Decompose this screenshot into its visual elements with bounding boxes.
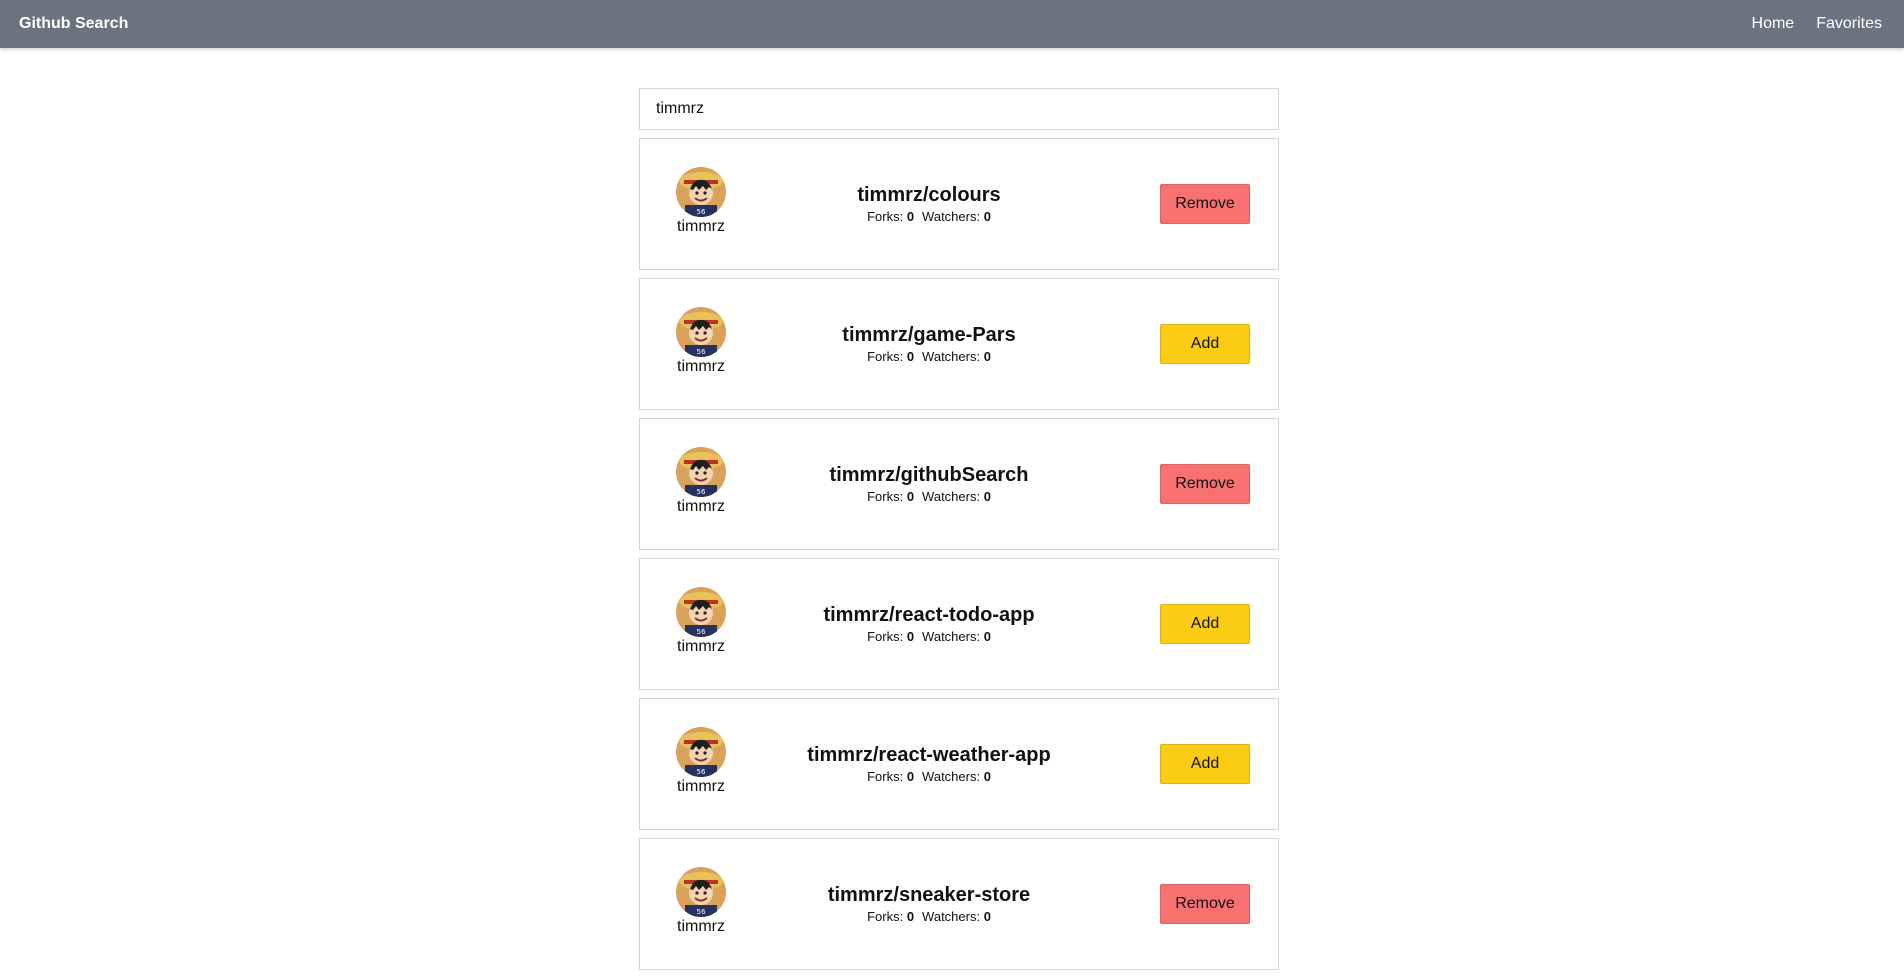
avatar-icon: 56	[676, 167, 726, 217]
owner-name: timmrz	[677, 918, 725, 935]
forks-label: Forks:	[867, 909, 904, 924]
repo-name[interactable]: timmrz/game-Pars	[740, 323, 1118, 347]
repo-info: timmrz/react-weather-app Forks: 0 Watcher…	[740, 743, 1118, 784]
repo-list: 56 timmrz timmrz/colours Forks: 0 Watcher…	[639, 138, 1279, 970]
watchers-label: Watchers:	[922, 209, 981, 224]
watchers-count: 0	[983, 489, 991, 504]
svg-text:56: 56	[697, 908, 706, 916]
repo-name[interactable]: timmrz/colours	[740, 183, 1118, 207]
avatar-icon: 56	[676, 727, 726, 777]
repo-owner: 56 timmrz	[676, 447, 726, 516]
repo-card: 56 timmrz timmrz/sneaker-store Forks: 0W…	[639, 838, 1279, 970]
repo-owner: 56 timmrz	[676, 587, 726, 656]
forks-count: 0	[906, 909, 915, 924]
forks-count: 0	[906, 769, 915, 784]
repo-card: 56 timmrz timmrz/githubSearch Forks: 0 Wa…	[639, 418, 1279, 550]
repo-name[interactable]: timmrz/react-todo-app	[740, 603, 1118, 627]
repo-stats: Forks: 0 Watchers: 0	[740, 909, 1118, 924]
repo-info: timmrz/react-todo-app Forks: 0 Watchers: …	[740, 603, 1118, 644]
owner-name: timmrz	[677, 498, 725, 515]
owner-name: timmrz	[677, 218, 725, 235]
avatar-icon: 56	[676, 307, 726, 357]
remove-button[interactable]: Remove	[1160, 184, 1250, 224]
owner-name: timmrz	[677, 778, 725, 795]
navbar: Github Search Home Favorites	[0, 0, 1904, 48]
repo-info: timmrz/sneaker-store Forks: 0 Watchers: 0	[740, 883, 1118, 924]
watchers-count: 0	[983, 769, 991, 784]
watchers-label: Watchers:	[922, 349, 981, 364]
nav-links: Home Favorites	[1752, 15, 1882, 33]
avatar-icon: 56	[676, 447, 726, 497]
svg-text:56: 56	[697, 628, 706, 636]
watchers-label: Watchers:	[922, 769, 981, 784]
repo-card: 56 timmrz timmrz/react-todo-app Forks: 0…	[639, 558, 1279, 690]
repo-info: timmrz/game-Pars Forks: 0 Watchers: 0	[740, 323, 1118, 364]
repo-stats: Forks: 0 Watchers: 0	[740, 629, 1118, 644]
brand-title[interactable]: Github Search	[19, 15, 128, 33]
repo-name[interactable]: timmrz/react-weather-app	[740, 743, 1118, 767]
svg-text:56: 56	[697, 488, 706, 496]
watchers-label: Watchers:	[922, 629, 981, 644]
repo-stats: Forks: 0 Watchers: 0	[740, 209, 1118, 224]
forks-label: Forks:	[867, 209, 904, 224]
repo-owner: 56 timmrz	[676, 867, 726, 936]
avatar-icon: 56	[676, 587, 726, 637]
owner-name: timmrz	[677, 638, 725, 655]
watchers-count: 0	[983, 629, 991, 644]
repo-info: timmrz/colours Forks: 0 Watchers: 0	[740, 183, 1118, 224]
forks-label: Forks:	[867, 769, 904, 784]
repo-name[interactable]: timmrz/sneaker-store	[740, 883, 1118, 907]
repo-info: timmrz/githubSearch Forks: 0 Watchers: 0	[740, 463, 1118, 504]
repo-owner: 56 timmrz	[676, 307, 726, 376]
forks-count: 0	[906, 349, 915, 364]
repo-card: 56 timmrz timmrz/react-weather-app Forks…	[639, 698, 1279, 830]
svg-text:56: 56	[697, 208, 706, 216]
forks-label: Forks:	[867, 629, 904, 644]
add-button[interactable]: Add	[1160, 744, 1250, 784]
svg-text:56: 56	[697, 348, 706, 356]
watchers-count: 0	[983, 909, 991, 924]
remove-button[interactable]: Remove	[1160, 884, 1250, 924]
repo-name[interactable]: timmrz/githubSearch	[740, 463, 1118, 487]
repo-card: 56 timmrz timmrz/colours Forks: 0 Watcher…	[639, 138, 1279, 270]
add-button[interactable]: Add	[1160, 604, 1250, 644]
nav-link-home[interactable]: Home	[1752, 15, 1795, 33]
forks-count: 0	[906, 489, 915, 504]
repo-owner: 56 timmrz	[676, 727, 726, 796]
main-content: 56 timmrz timmrz/colours Forks: 0Watcher…	[639, 88, 1279, 978]
repo-stats: Forks: 0 Watchers: 0	[740, 349, 1118, 364]
repo-stats: Forks: 0 Watchers: 0	[740, 769, 1118, 784]
owner-name: timmrz	[677, 358, 725, 375]
forks-label: Forks:	[867, 349, 904, 364]
watchers-label: Watchers:	[922, 489, 981, 504]
nav-link-favorites[interactable]: Favorites	[1816, 15, 1882, 33]
remove-button[interactable]: Remove	[1160, 464, 1250, 504]
forks-count: 0	[906, 629, 915, 644]
avatar-icon: 56	[676, 867, 726, 917]
forks-label: Forks:	[867, 489, 904, 504]
add-button[interactable]: Add	[1160, 324, 1250, 364]
svg-text:56: 56	[697, 768, 706, 776]
repo-card: 56 timmrz timmrz/game-Pars Forks: 0 Watch…	[639, 278, 1279, 410]
search-input[interactable]	[639, 88, 1279, 130]
repo-owner: 56 timmrz	[676, 167, 726, 236]
watchers-count: 0	[983, 209, 991, 224]
repo-stats: Forks: 0 Watchers: 0	[740, 489, 1118, 504]
forks-count: 0	[906, 209, 915, 224]
watchers-count: 0	[983, 349, 991, 364]
watchers-label: Watchers:	[922, 909, 981, 924]
